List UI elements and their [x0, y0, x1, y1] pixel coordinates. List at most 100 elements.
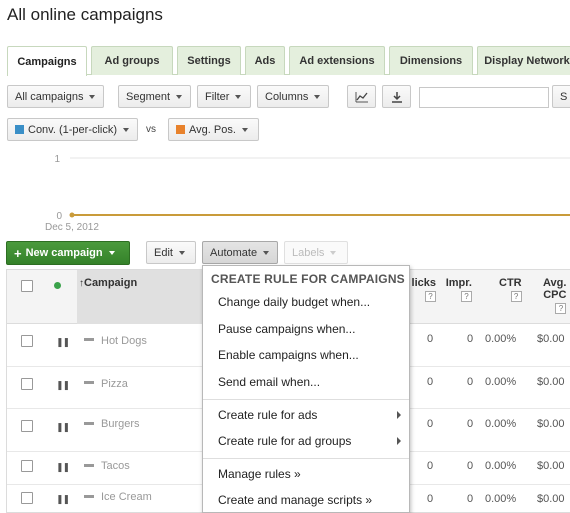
action-bar: + New campaign Edit Automate Labels: [0, 241, 570, 265]
tab-campaigns[interactable]: Campaigns: [7, 46, 87, 76]
campaign-name[interactable]: Burgers: [101, 418, 140, 430]
pause-icon[interactable]: ❚❚: [56, 494, 70, 505]
menu-divider: [203, 458, 409, 459]
row-checkbox[interactable]: [21, 492, 33, 504]
metric2-swatch: [176, 125, 185, 134]
search-button-label: S: [560, 90, 568, 103]
metric2-dropdown[interactable]: Avg. Pos.: [168, 118, 259, 141]
select-all-checkbox[interactable]: [21, 280, 33, 292]
avg-header-label: Avg.: [543, 277, 567, 289]
impr-header-label: Impr.: [445, 277, 472, 289]
pause-icon[interactable]: ❚❚: [56, 380, 70, 391]
metric1-dropdown[interactable]: Conv. (1-per-click): [7, 118, 138, 141]
clicks-cell: 0: [427, 376, 434, 388]
folder-icon: ▬: [84, 417, 94, 428]
impr-cell: 0: [467, 333, 474, 345]
menu-item-rule-for-ad-groups-label: Create rule for ad groups: [218, 434, 352, 448]
labels-dropdown[interactable]: Labels: [284, 241, 348, 264]
chevron-down-icon: [263, 250, 270, 255]
menu-item-enable-campaigns[interactable]: Enable campaigns when...: [203, 343, 409, 367]
chart-metric-selectors: Conv. (1-per-click) vs Avg. Pos.: [0, 118, 570, 142]
filter-label: Filter: [205, 90, 230, 103]
clicks-header-label: licks: [411, 277, 436, 289]
impr-column-header[interactable]: Impr. ?: [444, 277, 472, 302]
ctr-cell: 0.00%: [485, 418, 517, 430]
search-input[interactable]: [419, 87, 549, 108]
x-tick-start: Dec 5, 2012: [45, 222, 99, 233]
help-icon[interactable]: ?: [461, 291, 472, 302]
menu-item-manage-scripts[interactable]: Create and manage scripts »: [203, 488, 409, 512]
toggle-graph-button[interactable]: [347, 85, 376, 108]
impr-cell: 0: [467, 376, 474, 388]
segment-label: Segment: [126, 90, 171, 103]
segment-dropdown[interactable]: Segment: [118, 85, 191, 108]
series-start-point: [69, 212, 75, 218]
toolbar: All campaigns Segment Filter Columns S: [0, 85, 570, 109]
all-campaigns-dropdown[interactable]: All campaigns: [7, 85, 104, 108]
menu-item-send-email[interactable]: Send email when...: [203, 370, 409, 394]
row-checkbox[interactable]: [21, 460, 33, 472]
download-button[interactable]: [382, 85, 411, 108]
menu-item-rule-for-ads[interactable]: Create rule for ads: [203, 403, 409, 427]
pause-icon[interactable]: ❚❚: [56, 462, 70, 473]
help-icon[interactable]: ?: [510, 291, 522, 302]
chevron-down-icon: [123, 127, 130, 132]
download-icon: [391, 91, 402, 103]
impr-cell: 0: [467, 418, 474, 430]
chevron-down-icon: [314, 94, 321, 99]
menu-item-change-budget[interactable]: Change daily budget when...: [203, 290, 409, 314]
menu-item-pause-campaigns[interactable]: Pause campaigns when...: [203, 317, 409, 341]
y-tick-top: 1: [54, 154, 60, 165]
tab-ad-groups[interactable]: Ad groups: [91, 46, 173, 75]
folder-icon: ▬: [84, 376, 94, 387]
search-button[interactable]: S: [552, 85, 570, 108]
tab-settings[interactable]: Settings: [177, 46, 241, 75]
ctr-cell: 0.00%: [485, 376, 517, 388]
clicks-column-header[interactable]: licks ?: [411, 277, 436, 302]
tab-display-network[interactable]: Display Network: [477, 46, 570, 75]
tab-ad-extensions[interactable]: Ad extensions: [289, 46, 385, 75]
edit-dropdown[interactable]: Edit: [146, 241, 196, 264]
new-campaign-button[interactable]: + New campaign: [6, 241, 130, 265]
row-checkbox[interactable]: [21, 335, 33, 347]
columns-dropdown[interactable]: Columns: [257, 85, 329, 108]
chevron-down-icon: [330, 250, 337, 255]
campaign-name[interactable]: Hot Dogs: [101, 335, 147, 347]
row-checkbox[interactable]: [21, 420, 33, 432]
help-icon[interactable]: ?: [555, 303, 567, 314]
ctr-column-header[interactable]: CTR ?: [499, 277, 522, 302]
menu-divider: [203, 399, 409, 400]
tab-ads[interactable]: Ads: [245, 46, 285, 75]
columns-label: Columns: [265, 90, 309, 103]
performance-chart: 1 0 Dec 5, 2012: [0, 150, 570, 235]
campaign-name[interactable]: Pizza: [101, 378, 128, 390]
menu-item-manage-rules[interactable]: Manage rules »: [203, 462, 409, 486]
pause-icon[interactable]: ❚❚: [56, 422, 70, 433]
row-checkbox[interactable]: [21, 378, 33, 390]
vs-label: vs: [146, 124, 156, 135]
help-icon[interactable]: ?: [425, 291, 436, 302]
tab-dimensions[interactable]: Dimensions: [389, 46, 473, 75]
avg-cpc-cell: $0.00: [537, 460, 565, 472]
status-dot-icon: [54, 282, 61, 289]
menu-item-rule-for-ad-groups[interactable]: Create rule for ad groups: [203, 429, 409, 453]
menu-item-rule-for-ads-label: Create rule for ads: [218, 408, 318, 422]
pause-icon[interactable]: ❚❚: [56, 337, 70, 348]
avg-cpc-column-header[interactable]: Avg. CPC ?: [543, 277, 567, 314]
campaign-header-label: Campaign: [84, 277, 138, 289]
campaign-column-header[interactable]: ↑Campaign: [79, 277, 137, 289]
automate-label: Automate: [210, 246, 258, 259]
automate-dropdown[interactable]: Automate: [202, 241, 278, 264]
clicks-cell: 0: [427, 333, 434, 345]
chevron-right-icon: [397, 411, 401, 419]
automate-menu: CREATE RULE FOR CAMPAIGNS Change daily b…: [202, 265, 410, 513]
plus-icon: +: [14, 245, 22, 261]
metric2-label: Avg. Pos.: [189, 123, 236, 136]
filter-dropdown[interactable]: Filter: [197, 85, 251, 108]
chevron-down-icon: [241, 127, 248, 132]
y-tick-zero: 0: [56, 211, 62, 222]
avg-cpc-cell: $0.00: [537, 493, 565, 505]
campaign-name[interactable]: Tacos: [101, 460, 130, 472]
ctr-header-label: CTR: [499, 277, 522, 289]
campaign-name[interactable]: Ice Cream: [101, 491, 152, 503]
